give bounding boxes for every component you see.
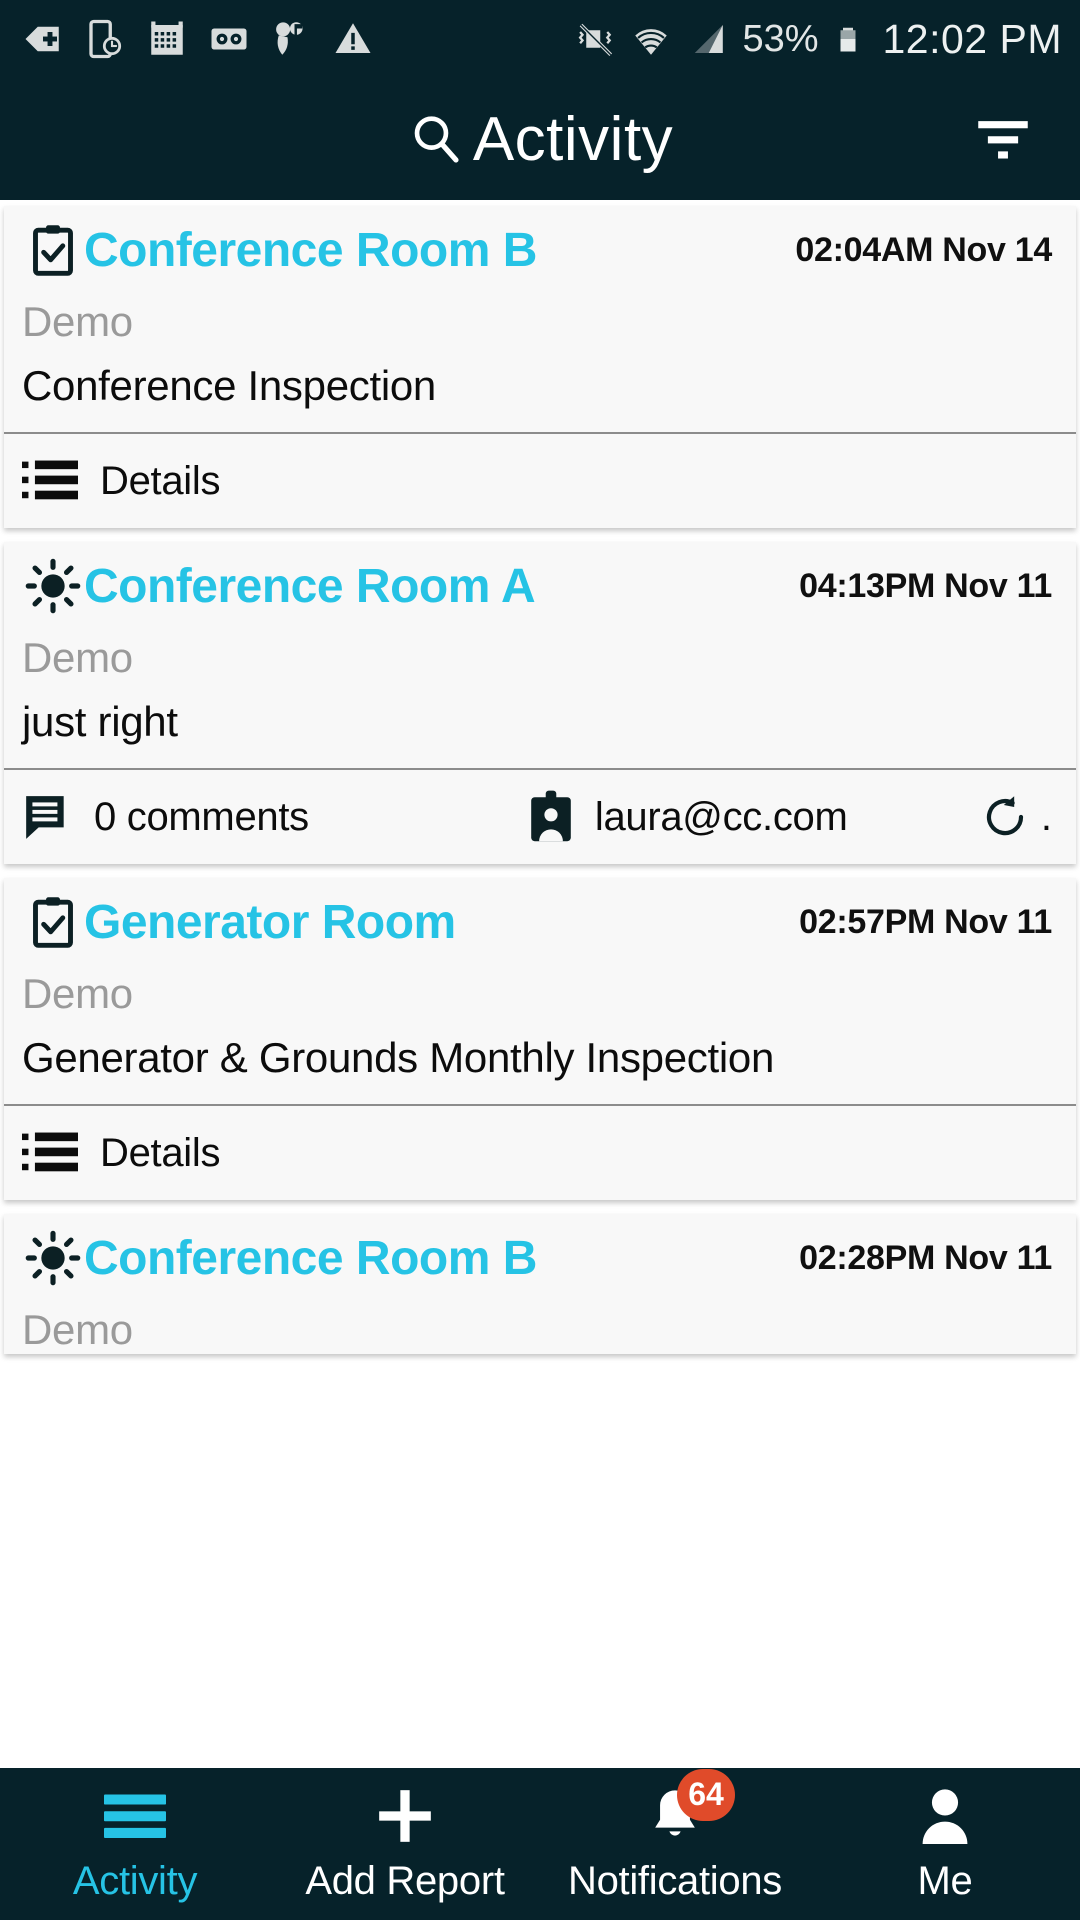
filter-icon[interactable] xyxy=(970,106,1036,172)
hamburger-icon xyxy=(104,1785,166,1847)
signal-icon xyxy=(695,25,724,53)
nav-label-add-report: Add Report xyxy=(305,1858,505,1903)
card-title[interactable]: Conference Room B xyxy=(84,223,537,278)
list-details-icon xyxy=(22,460,78,500)
warning-icon xyxy=(335,23,371,53)
card-title[interactable]: Conference Room B xyxy=(84,1231,537,1286)
card-header: Generator Room 02:57PM Nov 11 xyxy=(22,894,1058,950)
activity-list[interactable]: Conference Room B 02:04AM Nov 14 Demo Co… xyxy=(0,200,1080,1768)
card-header: Conference Room B 02:04AM Nov 14 xyxy=(22,222,1058,278)
nav-item-add-report[interactable]: Add Report xyxy=(270,1768,540,1920)
refresh-dot: . xyxy=(1040,794,1052,839)
details-label: Details xyxy=(100,1130,221,1175)
page-title: Activity xyxy=(472,104,674,174)
comment-bubble-icon xyxy=(26,796,64,839)
card-header: Conference Room A 04:13PM Nov 11 xyxy=(22,558,1058,614)
card-body: Conference Room B 02:28PM Nov 11 Demo xyxy=(4,1214,1076,1354)
plus-icon xyxy=(374,1785,436,1847)
music-share-icon xyxy=(276,22,303,55)
device-clock-icon xyxy=(89,19,122,59)
nav-label-me: Me xyxy=(917,1858,973,1903)
card-subtitle: Demo xyxy=(22,298,133,345)
battery-icon xyxy=(840,27,855,52)
voicemail-icon xyxy=(211,28,247,50)
wifi-icon xyxy=(635,29,668,55)
card-subtitle: Demo xyxy=(22,1306,133,1353)
nav-item-activity[interactable]: Activity xyxy=(0,1768,270,1920)
activity-card[interactable]: Conference Room B 02:28PM Nov 11 Demo xyxy=(4,1214,1076,1354)
brightness-sun-icon xyxy=(22,1230,84,1286)
details-label: Details xyxy=(100,458,221,503)
comments-label: 0 comments xyxy=(94,794,309,839)
action-bar-title-group[interactable]: Activity xyxy=(0,78,1080,200)
card-timestamp: 02:04AM Nov 14 xyxy=(795,230,1052,269)
card-description: Conference Inspection xyxy=(22,362,436,409)
card-description: Generator & Grounds Monthly Inspection xyxy=(22,1034,775,1081)
nav-item-me[interactable]: Me xyxy=(810,1768,1080,1920)
card-header: Conference Room B 02:28PM Nov 11 xyxy=(22,1230,1058,1286)
activity-card[interactable]: Conference Room B 02:04AM Nov 14 Demo Co… xyxy=(4,206,1076,528)
bell-icon: 64 xyxy=(647,1768,735,1847)
details-action[interactable]: Details xyxy=(22,458,220,504)
status-bar-right: 53% 12:02 PM xyxy=(574,16,1062,63)
card-timestamp: 04:13PM Nov 11 xyxy=(799,566,1052,605)
card-body: Generator Room 02:57PM Nov 11 Demo Gener… xyxy=(4,878,1076,1104)
activity-card[interactable]: Conference Room A 04:13PM Nov 11 Demo ju… xyxy=(4,542,1076,864)
search-icon[interactable] xyxy=(407,111,463,167)
author-action[interactable]: laura@cc.com xyxy=(529,790,848,844)
details-action[interactable]: Details xyxy=(22,1130,220,1176)
card-footer-meta[interactable]: 0 comments laura@cc.com . xyxy=(4,768,1076,864)
person-icon xyxy=(917,1785,973,1847)
nav-item-notifications[interactable]: 64 Notifications xyxy=(540,1768,810,1920)
card-subtitle: Demo xyxy=(22,970,133,1017)
notifications-badge: 64 xyxy=(677,1768,735,1821)
app-root: 53% 12:02 PM Activity Conference Room B … xyxy=(0,0,1080,1920)
contact-badge-icon xyxy=(531,790,571,842)
status-bar-icons xyxy=(22,16,374,62)
calendar-icon xyxy=(151,21,183,55)
bottom-navigation[interactable]: Activity Add Report 64 Notifications Me xyxy=(0,1768,1080,1920)
card-timestamp: 02:28PM Nov 11 xyxy=(799,1238,1052,1277)
card-footer-details[interactable]: Details xyxy=(4,1104,1076,1200)
card-body: Conference Room A 04:13PM Nov 11 Demo ju… xyxy=(4,542,1076,768)
refresh-icon[interactable] xyxy=(981,793,1029,841)
status-bar: 53% 12:02 PM xyxy=(0,0,1080,78)
card-footer-details[interactable]: Details xyxy=(4,432,1076,528)
card-description: just right xyxy=(22,698,178,745)
card-title[interactable]: Generator Room xyxy=(84,895,456,950)
status-clock: 12:02 PM xyxy=(882,15,1062,62)
clipboard-check-icon xyxy=(22,222,84,278)
vibrate-off-icon xyxy=(579,23,613,57)
list-details-icon xyxy=(22,1132,78,1172)
brightness-sun-icon xyxy=(22,558,84,614)
back-plus-icon xyxy=(25,26,59,52)
nav-label-notifications: Notifications xyxy=(568,1858,782,1903)
clipboard-check-icon xyxy=(22,894,84,950)
author-label: laura@cc.com xyxy=(594,794,848,839)
card-timestamp: 02:57PM Nov 11 xyxy=(799,902,1052,941)
battery-percent: 53% xyxy=(742,17,819,60)
refresh-action[interactable]: . xyxy=(981,793,1058,841)
activity-card[interactable]: Generator Room 02:57PM Nov 11 Demo Gener… xyxy=(4,878,1076,1200)
nav-label-activity: Activity xyxy=(72,1858,198,1903)
card-title[interactable]: Conference Room A xyxy=(84,559,536,614)
card-subtitle: Demo xyxy=(22,634,133,681)
comments-action[interactable]: 0 comments xyxy=(22,792,309,842)
action-bar: Activity xyxy=(0,78,1080,200)
card-body: Conference Room B 02:04AM Nov 14 Demo Co… xyxy=(4,206,1076,432)
